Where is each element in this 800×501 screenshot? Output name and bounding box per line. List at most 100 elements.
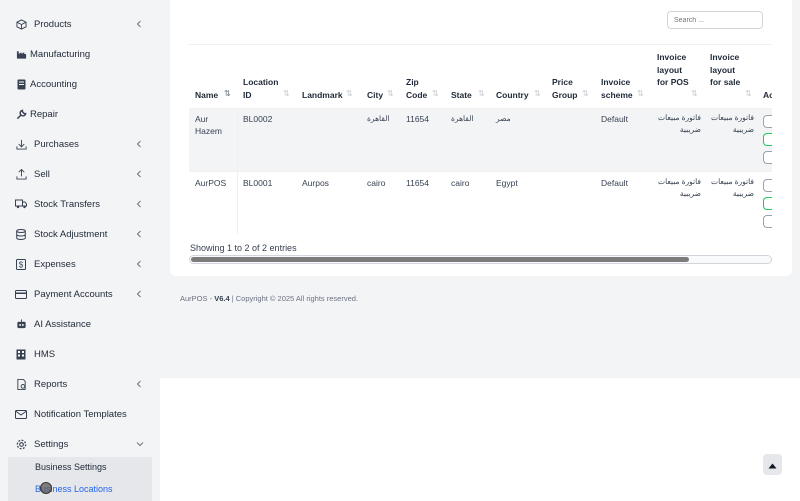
horizontal-scrollbar[interactable] (189, 255, 772, 264)
chevron-left-icon (136, 19, 144, 29)
sidebar-item-repair[interactable]: Repair (0, 99, 160, 129)
sidebar-item-label: Stock Transfers (34, 198, 100, 210)
search-input[interactable] (667, 11, 763, 29)
sidebar-item-label: Purchases (34, 138, 79, 150)
cell-name: AurPOS (195, 178, 227, 188)
cell-state: القاهرة (451, 114, 474, 123)
sidebar-item-sell[interactable]: Sell (0, 159, 160, 189)
sidebar-item-products[interactable]: Products (0, 9, 160, 39)
sort-icon[interactable]: ⇅ (745, 89, 752, 98)
sidebar-item-expenses[interactable]: $ Expenses (0, 249, 160, 279)
sort-icon[interactable]: ⇅ (582, 89, 589, 98)
column-header-zip-code[interactable]: Zip Code (406, 76, 432, 101)
chevron-left-icon (136, 199, 144, 209)
chevron-down-icon (136, 439, 144, 449)
sidebar-item-stock-transfers[interactable]: Stock Transfers (0, 189, 160, 219)
sidebar-item-reports[interactable]: Reports (0, 369, 160, 399)
action-button[interactable] (763, 151, 772, 164)
column-header-name[interactable]: Name (195, 89, 218, 102)
table-info: Showing 1 to 2 of 2 entries (190, 243, 297, 253)
column-header-price-group[interactable]: Price Group (552, 76, 580, 101)
sidebar-item-label: Expenses (34, 258, 76, 270)
footer: AurPOS - V6.4 | Copyright © 2025 All rig… (180, 294, 359, 303)
column-header-invoice-scheme[interactable]: Invoice scheme (601, 76, 635, 101)
sidebar-item-label: Notification Templates (34, 408, 127, 420)
sort-icon[interactable]: ⇅ (346, 89, 353, 98)
submenu-item-business-settings[interactable]: Business Settings (35, 462, 107, 472)
sidebar-item-label: Payment Accounts (34, 288, 113, 300)
cell-country: مصر (496, 114, 511, 123)
column-header-state[interactable]: State (451, 89, 472, 102)
sort-icon[interactable]: ⇅ (534, 89, 541, 98)
cell-layout-sale: فاتورة مبيعات ضريبية (711, 113, 754, 134)
row-divider (189, 108, 772, 109)
sidebar-item-manufacturing[interactable]: Manufacturing (0, 39, 160, 69)
sort-icon[interactable]: ⇅ (478, 89, 485, 98)
sidebar-item-purchases[interactable]: Purchases (0, 129, 160, 159)
action-button[interactable] (763, 179, 772, 192)
cell-layout-pos: فاتورة مبيعات ضريبية (658, 113, 701, 134)
footer-version: V6.4 (214, 294, 230, 303)
sidebar-item-settings[interactable]: Settings (0, 429, 160, 459)
sidebar-item-label: Repair (30, 108, 58, 120)
sidebar-item-label: Accounting (30, 78, 78, 90)
column-header-invoice-layout-sale[interactable]: Invoice layout for sale (710, 51, 742, 89)
settings-submenu: Business Settings Business Locations (8, 457, 152, 501)
svg-text:$: $ (19, 260, 24, 269)
column-header-landmark[interactable]: Landmark (302, 89, 343, 102)
envelope-icon (15, 408, 27, 420)
sidebar-item-label: AI Assistance (34, 318, 92, 330)
wrench-icon (15, 108, 27, 120)
sidebar-item-label: Stock Adjustment (34, 228, 108, 240)
sidebar-item-label: Settings (34, 438, 69, 450)
building-icon (15, 348, 27, 360)
action-button[interactable] (763, 215, 772, 228)
scroll-to-top-button[interactable] (763, 454, 782, 475)
sort-asc-icon[interactable]: ⇅ (224, 89, 231, 98)
cube-icon (15, 18, 27, 30)
cell-zip: 11654 (406, 114, 430, 124)
mouse-cursor (40, 482, 52, 494)
sidebar-item-notification-templates[interactable]: Notification Templates (0, 399, 160, 429)
action-button[interactable] (763, 197, 772, 210)
download-icon (15, 138, 27, 150)
chevron-left-icon (136, 169, 144, 179)
column-header-invoice-layout-pos[interactable]: Invoice layout for POS (657, 51, 689, 89)
sort-icon[interactable]: ⇅ (691, 89, 698, 98)
ledger-icon (15, 78, 27, 90)
cell-invoice-scheme: Default (601, 114, 628, 124)
factory-icon (15, 48, 27, 60)
sort-icon[interactable]: ⇅ (387, 89, 394, 98)
sort-icon[interactable]: ⇅ (432, 89, 439, 98)
column-header-city[interactable]: City (367, 89, 383, 102)
chevron-left-icon (136, 229, 144, 239)
sidebar-item-accounting[interactable]: Accounting (0, 69, 160, 99)
truck-icon (15, 198, 27, 210)
column-divider (237, 108, 238, 234)
scrollbar-thumb[interactable] (191, 257, 689, 262)
row-divider (189, 171, 772, 172)
cell-layout-pos: فاتورة مبيعات ضريبية (658, 177, 701, 198)
sort-icon[interactable]: ⇅ (283, 89, 290, 98)
sort-icon[interactable]: ⇅ (637, 89, 644, 98)
column-header-location-id[interactable]: Location ID (243, 76, 283, 101)
upload-icon (15, 168, 27, 180)
cell-city: cairo (367, 178, 386, 188)
column-header-action[interactable]: Ac (763, 89, 772, 102)
chevron-left-icon (136, 379, 144, 389)
column-header-country[interactable]: Country (496, 89, 529, 102)
sidebar-item-ai-assistance[interactable]: AI Assistance (0, 309, 160, 339)
credit-card-icon (15, 288, 27, 300)
action-button[interactable] (763, 115, 772, 128)
sidebar-item-stock-adjustment[interactable]: Stock Adjustment (0, 219, 160, 249)
dollar-icon: $ (15, 258, 27, 270)
footer-app: AurPOS (180, 294, 208, 303)
sidebar-item-payment-accounts[interactable]: Payment Accounts (0, 279, 160, 309)
action-button[interactable] (763, 133, 772, 146)
chevron-left-icon (136, 289, 144, 299)
caret-up-icon (768, 456, 777, 474)
cell-name: Aur Hazem (195, 114, 222, 136)
cell-city: القاهرة (367, 114, 390, 123)
cell-state: cairo (451, 178, 470, 188)
sidebar-item-hms[interactable]: HMS (0, 339, 160, 369)
